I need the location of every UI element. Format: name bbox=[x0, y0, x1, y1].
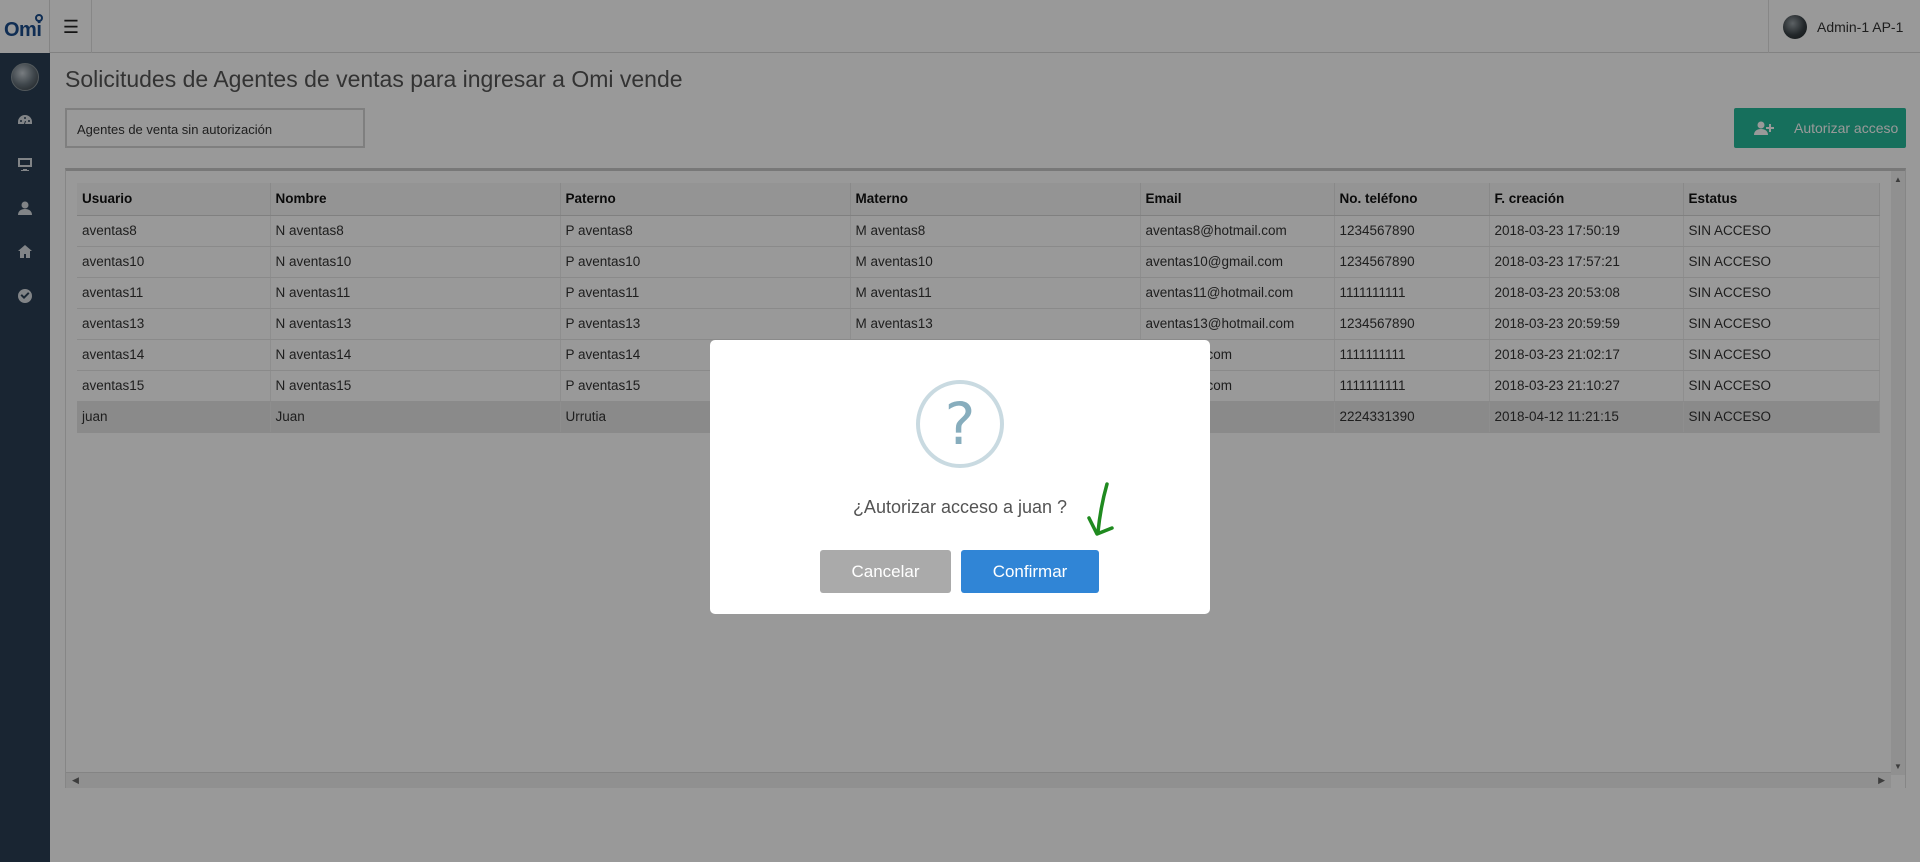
dialog-message: ¿Autorizar acceso a juan ? bbox=[852, 497, 1068, 517]
confirm-button[interactable]: Confirmar bbox=[961, 550, 1099, 593]
annotation-arrow-icon bbox=[1087, 482, 1114, 536]
confirm-dialog: ? ¿Autorizar acceso a juan ? Cancelar Co… bbox=[710, 340, 1210, 614]
question-icon: ? bbox=[916, 380, 1004, 468]
cancel-button[interactable]: Cancelar bbox=[820, 550, 951, 593]
